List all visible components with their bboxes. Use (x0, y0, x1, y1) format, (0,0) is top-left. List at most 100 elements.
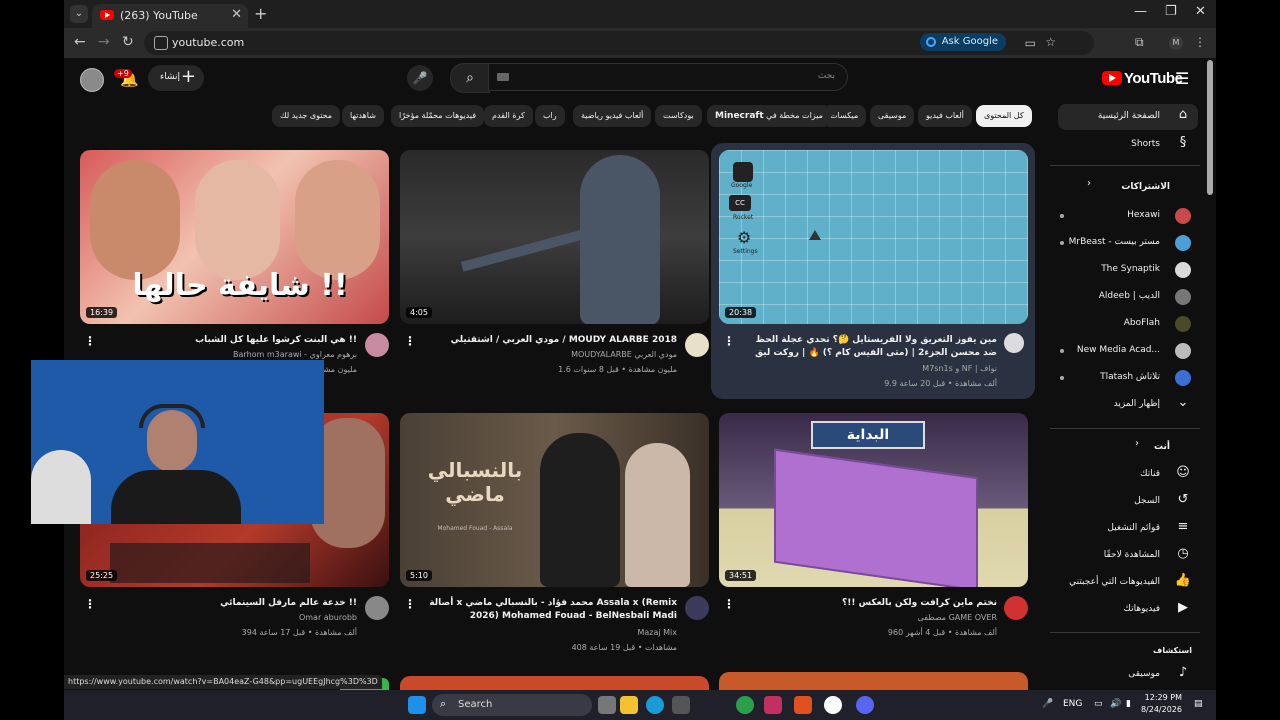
video-thumbnail-partial[interactable] (400, 676, 709, 690)
channel-avatar[interactable] (1004, 596, 1028, 620)
volume-icon[interactable]: 🔊 (1110, 699, 1121, 709)
video-title[interactable]: أصالة x محمد فؤاد - بالنسبالي ماضي Assal… (420, 597, 677, 623)
network-icon[interactable]: ▭ (1094, 699, 1103, 709)
chip-football[interactable]: كرة القدم (484, 105, 533, 127)
maximize-button[interactable]: ❐ (1165, 4, 1177, 19)
chip-new-for-you[interactable]: محتوى جديد لك (272, 105, 341, 127)
extensions-icon[interactable]: ⧉ (1135, 35, 1144, 50)
account-avatar[interactable] (80, 68, 104, 92)
app-icon[interactable] (764, 696, 782, 714)
video-thumbnail-partial[interactable] (719, 672, 1028, 690)
video-channel[interactable]: Barhom m3arawi - برهوم معراوي (120, 350, 357, 359)
sidebar-item-history[interactable]: السجل ↺ (1058, 489, 1198, 515)
sidebar-item-shorts[interactable]: Shorts § (1058, 132, 1198, 158)
site-info-icon[interactable] (154, 36, 168, 50)
sidebar-item-music[interactable]: موسيقى ♪ (1058, 662, 1198, 688)
tab-search-button[interactable]: ⌄ (70, 5, 88, 23)
subscription-item[interactable]: Hexawi (1058, 203, 1198, 229)
create-button[interactable]: إنشاء + (148, 65, 204, 91)
sidebar-item-watch-later[interactable]: المشاهدة لاحقًا ◷ (1058, 543, 1198, 569)
minimize-button[interactable]: — (1134, 4, 1147, 19)
chip-all[interactable]: كل المحتوى (976, 105, 1032, 127)
more-options-icon[interactable]: ⋮ (404, 597, 416, 611)
sidebar-item-liked[interactable]: الفيديوهات التي أعجبتني 👍 (1058, 570, 1198, 596)
sidebar-item-playlists[interactable]: قوائم التشغيل ≡ (1058, 516, 1198, 542)
file-explorer-icon[interactable] (620, 696, 638, 714)
obs-icon[interactable] (824, 696, 842, 714)
new-tab-button[interactable]: + (254, 4, 267, 23)
notifications-icon[interactable]: ▤ (1194, 699, 1203, 709)
cast-icon[interactable]: ▭ (1025, 36, 1036, 50)
chip-music[interactable]: موسيقى (870, 105, 915, 127)
sidebar-item-your-videos[interactable]: فيديوهاتك ▶ (1058, 597, 1198, 623)
back-button[interactable]: ← (74, 34, 86, 50)
video-title[interactable]: هي البنت كرشوا عليها كل الشباب !! (100, 334, 357, 347)
chip-minecraft[interactable]: Minecraft ميزات مخطة في (707, 105, 831, 127)
video-title[interactable]: مين يفوز التعريق ولا الفريستايل 🤔؟ تحدي … (740, 334, 997, 362)
more-options-icon[interactable]: ⋮ (404, 334, 416, 348)
chip-podcast[interactable]: بودكاست (655, 105, 702, 127)
system-clock[interactable]: 12:29 PM 8/24/2026 (1132, 692, 1182, 716)
channel-avatar[interactable] (365, 333, 389, 357)
sidebar-item-home[interactable]: الصفحة الرئيسية ⌂ (1058, 104, 1198, 130)
video-title[interactable]: نختم ماين كرافت ولكن بالعكس !!؟ (740, 597, 997, 610)
keyboard-icon[interactable] (497, 73, 509, 81)
chip-sports-games[interactable]: ألعاب فيديو رياضية (573, 105, 652, 127)
chrome-icon[interactable] (736, 696, 754, 714)
windows-start-icon[interactable] (408, 696, 426, 714)
sidebar-item-your-channel[interactable]: قناتك ☺ (1058, 462, 1198, 488)
subscription-item[interactable]: Tlatash تلاتاش (1058, 365, 1198, 391)
language-indicator[interactable]: ENG (1063, 699, 1082, 709)
video-thumbnail[interactable]: بالنسبالي ماضي Mohamed Fouad - Assala 5:… (400, 413, 709, 587)
taskbar-search[interactable]: ⌕ Search (432, 694, 592, 716)
channel-avatar[interactable] (1004, 333, 1024, 353)
url-bar[interactable]: youtube.com Ask Google ▭ ☆ (144, 31, 1094, 55)
chip-watched[interactable]: شاهدتها (342, 105, 384, 127)
voice-search-mic-icon[interactable]: 🎤 (407, 65, 433, 91)
video-channel[interactable]: Omar aburobb (120, 613, 357, 622)
video-thumbnail[interactable]: شايفة حالها !! 16:39 (80, 150, 389, 324)
forward-button[interactable]: → (98, 34, 110, 50)
channel-avatar[interactable] (365, 596, 389, 620)
ask-google-button[interactable]: Ask Google (919, 33, 1006, 51)
video-channel[interactable]: مصطفى GAME OVER (760, 613, 997, 622)
video-channel[interactable]: Mazaj Mix (440, 628, 677, 637)
tab-youtube[interactable]: (263) YouTube ✕ (92, 4, 248, 28)
channel-avatar[interactable] (685, 596, 709, 620)
close-window-button[interactable]: ✕ (1195, 4, 1206, 19)
tray-mic-icon[interactable]: 🎤 (1042, 699, 1053, 709)
hamburger-menu-icon[interactable]: ☰ (1175, 69, 1189, 88)
search-button[interactable]: ⌕ (450, 63, 490, 93)
bookmark-star-icon[interactable]: ☆ (1045, 35, 1056, 49)
video-title[interactable]: خدعة عالم مارفل السينمائي !! (100, 597, 357, 610)
video-channel[interactable]: MOUDYALARBE مودي العربي (440, 350, 677, 359)
subscription-item[interactable]: Aldeeb | الديب (1058, 284, 1198, 310)
video-channel[interactable]: M7sn1s و NF | نواف (760, 364, 997, 373)
sidebar-subscriptions-header[interactable]: الاشتراكات › (1058, 175, 1198, 201)
reload-button[interactable]: ↻ (122, 34, 134, 50)
chip-recently-uploaded[interactable]: فيديوهات محمّلة مؤخرًا (391, 105, 485, 127)
brave-icon[interactable] (794, 696, 812, 714)
sidebar-you-header[interactable]: أنت › (1058, 435, 1198, 461)
subscription-item[interactable]: The Synaptik (1058, 257, 1198, 283)
task-view-icon[interactable] (598, 696, 616, 714)
more-options-icon[interactable]: ⋮ (84, 334, 96, 348)
sidebar-show-more[interactable]: إظهار المزيد ⌄ (1058, 392, 1198, 418)
chip-rap[interactable]: راب (535, 105, 565, 127)
more-options-icon[interactable]: ⋮ (84, 597, 96, 611)
video-title[interactable]: مودي العربي / اشتقتيلي / MOUDY ALARBE 20… (420, 334, 677, 347)
battery-icon[interactable]: ▮ (1126, 699, 1131, 709)
subscription-item[interactable]: MrBeast - مستر بيست (1058, 230, 1198, 256)
channel-avatar[interactable] (685, 333, 709, 357)
subscription-item[interactable]: New Media Acad... (1058, 338, 1198, 364)
video-thumbnail[interactable]: البداية 34:51 (719, 413, 1028, 587)
app-icon[interactable] (672, 696, 690, 714)
profile-avatar[interactable]: M (1169, 36, 1183, 50)
chip-games[interactable]: ألعاب فيديو (918, 105, 972, 127)
more-options-icon[interactable]: ⋮ (723, 334, 735, 348)
subscription-item[interactable]: AboFlah (1058, 311, 1198, 337)
close-tab-icon[interactable]: ✕ (231, 7, 242, 22)
edge-icon[interactable] (646, 696, 664, 714)
more-options-icon[interactable]: ⋮ (723, 597, 735, 611)
search-input[interactable]: بحث (488, 63, 848, 91)
